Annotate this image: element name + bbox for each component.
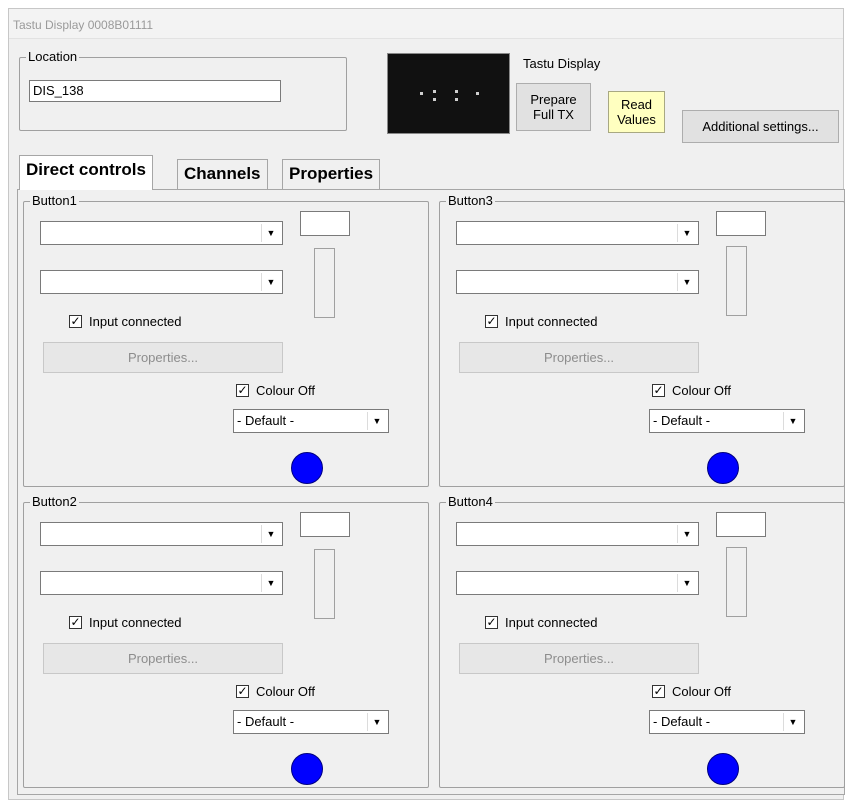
chevron-down-icon: ▼	[261, 574, 280, 592]
read-values-button[interactable]: Read Values	[608, 91, 665, 133]
chevron-down-icon: ▼	[677, 525, 696, 543]
location-group: Location DIS_138	[19, 49, 347, 131]
chevron-down-icon: ▼	[677, 574, 696, 592]
colour-indicator	[291, 452, 323, 484]
chevron-down-icon: ▼	[261, 224, 280, 242]
input-connected-checkbox[interactable]: ✓ Input connected	[485, 314, 598, 329]
prepare-full-tx-button[interactable]: Prepare Full TX	[516, 83, 591, 131]
button-group: Button3 ▼ ▼ ✓ Input connected Properties.…	[439, 193, 845, 487]
chevron-down-icon: ▼	[261, 273, 280, 291]
colour-off-checkbox[interactable]: ✓ Colour Off	[652, 684, 731, 699]
button-group-label: Button2	[30, 494, 79, 510]
button-group-label: Button3	[446, 193, 495, 209]
chevron-down-icon: ▼	[367, 412, 386, 430]
colour-select[interactable]: - Default - ▼	[233, 409, 389, 433]
button-panel: Button3 ▼ ▼ ✓ Input connected Properties.…	[439, 193, 847, 497]
colour-select[interactable]: - Default - ▼	[233, 710, 389, 734]
button-group-label: Button4	[446, 494, 495, 510]
value-box[interactable]	[300, 512, 350, 537]
input-connected-checkbox[interactable]: ✓ Input connected	[69, 314, 182, 329]
button-group: Button2 ▼ ▼ ✓ Input connected Properties.…	[23, 494, 429, 788]
colour-select[interactable]: - Default - ▼	[649, 710, 805, 734]
button-panel: Button4 ▼ ▼ ✓ Input connected Properties.…	[439, 494, 847, 798]
value-box[interactable]	[716, 512, 766, 537]
input-connected-checkbox[interactable]: ✓ Input connected	[485, 615, 598, 630]
properties-button[interactable]: Properties...	[459, 342, 699, 373]
check-icon: ✓	[652, 684, 665, 698]
properties-button[interactable]: Properties...	[43, 643, 283, 674]
check-icon: ✓	[69, 314, 82, 328]
properties-button[interactable]: Properties...	[43, 342, 283, 373]
check-icon: ✓	[69, 615, 82, 629]
check-icon: ✓	[485, 314, 498, 328]
colour-off-checkbox[interactable]: ✓ Colour Off	[652, 383, 731, 398]
tab-properties[interactable]: Properties	[282, 159, 381, 189]
button-panel: Button2 ▼ ▼ ✓ Input connected Properties.…	[23, 494, 437, 798]
device-image	[387, 53, 510, 134]
chevron-down-icon: ▼	[677, 224, 696, 242]
button-group: Button1 ▼ ▼ ✓ Input connected Properties.…	[23, 193, 429, 487]
function-select[interactable]: ▼	[456, 221, 699, 245]
check-icon: ✓	[652, 383, 665, 397]
chevron-down-icon: ▼	[677, 273, 696, 291]
input-connected-checkbox[interactable]: ✓ Input connected	[69, 615, 182, 630]
tab-channels[interactable]: Channels	[177, 159, 268, 189]
chevron-down-icon: ▼	[783, 713, 802, 731]
colour-off-checkbox[interactable]: ✓ Colour Off	[236, 383, 315, 398]
location-label: Location	[26, 49, 80, 65]
mode-select[interactable]: ▼	[456, 270, 699, 294]
colour-select[interactable]: - Default - ▼	[649, 409, 805, 433]
window-title: Tastu Display 0008B01111	[9, 9, 843, 39]
check-icon: ✓	[236, 684, 249, 698]
chevron-down-icon: ▼	[261, 525, 280, 543]
colour-indicator	[707, 452, 739, 484]
colour-off-checkbox[interactable]: ✓ Colour Off	[236, 684, 315, 699]
tab-direct-controls[interactable]: Direct controls	[19, 155, 153, 190]
mode-select[interactable]: ▼	[40, 270, 283, 294]
function-select[interactable]: ▼	[40, 522, 283, 546]
function-select[interactable]: ▼	[40, 221, 283, 245]
mode-select[interactable]: ▼	[456, 571, 699, 595]
location-input[interactable]: DIS_138	[29, 80, 281, 102]
check-icon: ✓	[236, 383, 249, 397]
chevron-down-icon: ▼	[783, 412, 802, 430]
main-window: Tastu Display 0008B01111 Location DIS_13…	[8, 8, 847, 800]
button-group: Button4 ▼ ▼ ✓ Input connected Properties.…	[439, 494, 845, 788]
properties-button[interactable]: Properties...	[459, 643, 699, 674]
value-box[interactable]	[300, 211, 350, 236]
additional-settings-button[interactable]: Additional settings...	[682, 110, 839, 143]
chevron-down-icon: ▼	[367, 713, 386, 731]
level-indicator	[314, 248, 335, 318]
mode-select[interactable]: ▼	[40, 571, 283, 595]
function-select[interactable]: ▼	[456, 522, 699, 546]
colour-indicator	[291, 753, 323, 785]
value-box[interactable]	[716, 211, 766, 236]
button-panel: Button1 ▼ ▼ ✓ Input connected Properties.…	[23, 193, 437, 497]
colour-indicator	[707, 753, 739, 785]
button-group-label: Button1	[30, 193, 79, 209]
device-type-label: Tastu Display	[523, 56, 601, 71]
level-indicator	[726, 547, 747, 617]
level-indicator	[314, 549, 335, 619]
check-icon: ✓	[485, 615, 498, 629]
level-indicator	[726, 246, 747, 316]
